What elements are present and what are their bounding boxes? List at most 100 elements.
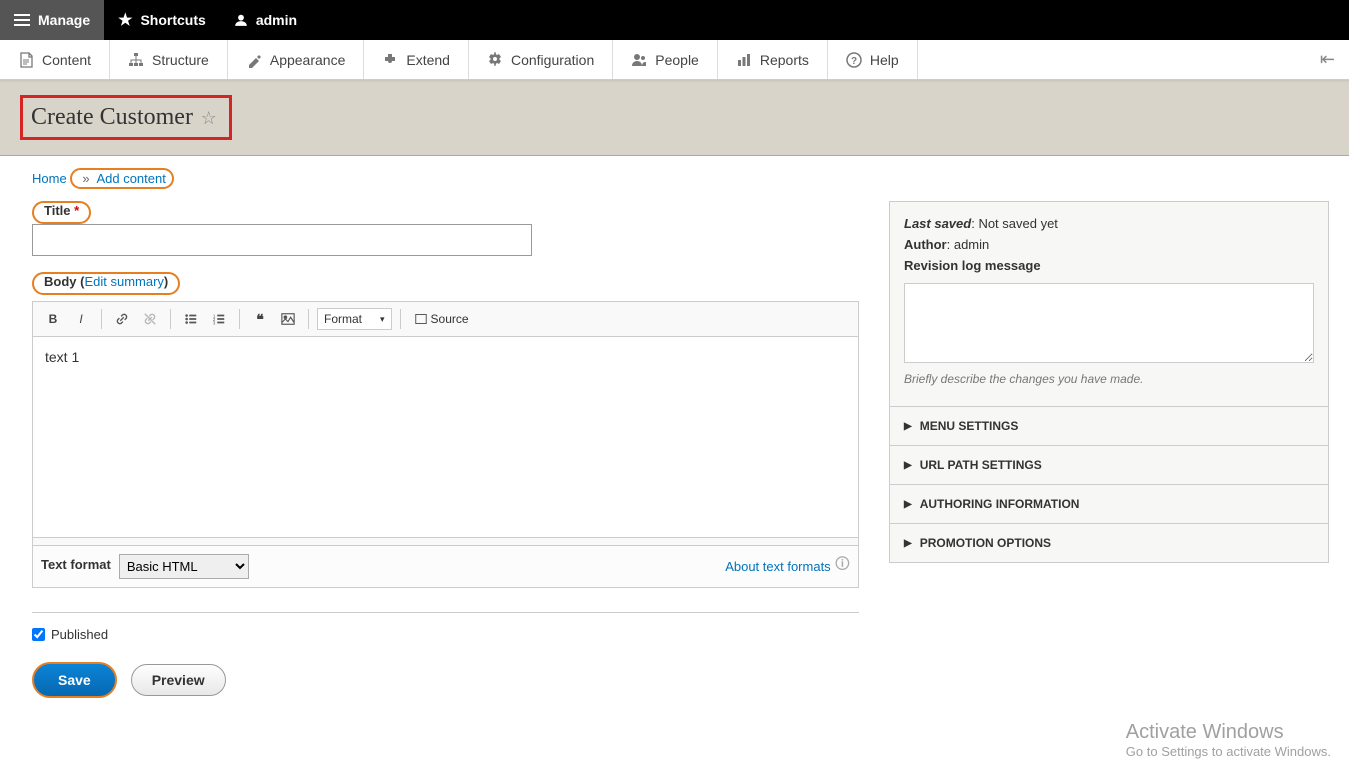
title-input[interactable] xyxy=(32,224,532,256)
breadcrumb-add-content[interactable]: Add content xyxy=(96,171,165,186)
menu-reports[interactable]: Reports xyxy=(718,40,828,79)
body-label: Body (Edit summary) xyxy=(44,274,168,289)
accordion-promotion[interactable]: ▶ PROMOTION OPTIONS xyxy=(890,524,1328,562)
divider xyxy=(32,612,859,613)
required-mark: * xyxy=(74,203,79,218)
preview-button[interactable]: Preview xyxy=(131,664,226,696)
format-dropdown[interactable]: Format ▾ xyxy=(317,308,392,330)
toolbar-separator xyxy=(308,309,309,329)
windows-watermark: Activate Windows Go to Settings to activ… xyxy=(1126,721,1331,759)
published-label: Published xyxy=(51,627,108,642)
accordion-promotion-label: PROMOTION OPTIONS xyxy=(920,536,1051,550)
italic-button[interactable]: I xyxy=(69,307,93,331)
page-header: Create Customer ☆ xyxy=(0,80,1349,156)
watermark-subtitle: Go to Settings to activate Windows. xyxy=(1126,744,1331,759)
menu-structure-label: Structure xyxy=(152,52,209,68)
revision-log-hint: Briefly describe the changes you have ma… xyxy=(904,372,1314,386)
help-icon: 🛈 xyxy=(835,554,850,579)
breadcrumb-add-content-highlight: » Add content xyxy=(70,168,174,189)
content-icon xyxy=(18,52,34,68)
admin-menu: Content Structure Appearance Extend Conf… xyxy=(0,40,1349,80)
toolbar-separator xyxy=(170,309,171,329)
page-title: Create Customer xyxy=(31,104,193,130)
body-field-wrapper: Body (Edit summary) B I 123 ❝ xyxy=(32,272,859,588)
text-format-select[interactable]: Basic HTML xyxy=(119,554,249,579)
save-button[interactable]: Save xyxy=(32,662,117,698)
menu-configuration[interactable]: Configuration xyxy=(469,40,613,79)
body-editor[interactable]: text 1 xyxy=(33,337,858,537)
format-label: Format xyxy=(324,312,362,326)
title-label-text: Title xyxy=(44,203,71,218)
breadcrumb-home[interactable]: Home xyxy=(32,171,67,186)
author-label: Author xyxy=(904,237,947,252)
menu-appearance-label: Appearance xyxy=(270,52,346,68)
accordion-authoring[interactable]: ▶ AUTHORING INFORMATION xyxy=(890,485,1328,524)
source-icon xyxy=(415,313,427,325)
published-checkbox[interactable] xyxy=(32,628,45,641)
body-label-text: Body xyxy=(44,274,77,289)
unlink-button[interactable] xyxy=(138,307,162,331)
ckeditor: B I 123 ❝ Format ▾ Source xyxy=(32,301,859,546)
numbered-list-button[interactable]: 123 xyxy=(207,307,231,331)
accordion-url-label: URL PATH SETTINGS xyxy=(920,458,1042,472)
user-icon xyxy=(234,13,248,27)
toolbar-separator xyxy=(400,309,401,329)
about-text-formats-label: About text formats xyxy=(725,559,831,574)
triangle-right-icon: ▶ xyxy=(904,421,912,432)
title-label: Title * xyxy=(44,203,79,218)
menu-content[interactable]: Content xyxy=(0,40,110,79)
people-icon xyxy=(631,52,647,68)
menu-structure[interactable]: Structure xyxy=(110,40,228,79)
last-saved-value: Not saved yet xyxy=(978,216,1058,231)
watermark-title: Activate Windows xyxy=(1126,721,1331,744)
shortcuts-link[interactable]: ★ Shortcuts xyxy=(104,0,220,40)
menu-people-label: People xyxy=(655,52,699,68)
user-menu[interactable]: admin xyxy=(220,0,311,40)
bold-button[interactable]: B xyxy=(41,307,65,331)
sidebar-column: Last saved: Not saved yet Author: admin … xyxy=(889,201,1329,698)
about-text-formats-link[interactable]: About text formats 🛈 xyxy=(725,554,850,579)
add-shortcut-star-icon[interactable]: ☆ xyxy=(201,108,217,128)
menu-configuration-label: Configuration xyxy=(511,52,594,68)
accordion-menu-settings[interactable]: ▶ MENU SETTINGS xyxy=(890,407,1328,446)
star-icon: ★ xyxy=(118,10,132,30)
body-label-highlight: Body (Edit summary) xyxy=(32,272,180,295)
triangle-right-icon: ▶ xyxy=(904,499,912,510)
text-format-label: Text format xyxy=(41,557,111,572)
manage-label: Manage xyxy=(38,12,90,28)
accordion-url-settings[interactable]: ▶ URL PATH SETTINGS xyxy=(890,446,1328,485)
menu-help-label: Help xyxy=(870,52,899,68)
blockquote-button[interactable]: ❝ xyxy=(248,307,272,331)
ckeditor-resize[interactable] xyxy=(33,537,858,545)
collapse-arrow-icon: ⇤ xyxy=(1320,49,1335,70)
menu-help[interactable]: ? Help xyxy=(828,40,918,79)
menu-appearance[interactable]: Appearance xyxy=(228,40,365,79)
breadcrumb: Home » Add content xyxy=(0,156,1349,197)
menu-people[interactable]: People xyxy=(613,40,718,79)
menu-extend[interactable]: Extend xyxy=(364,40,469,79)
toolbar-separator xyxy=(101,309,102,329)
help-icon: ? xyxy=(846,52,862,68)
chevron-down-icon: ▾ xyxy=(380,314,385,325)
collapse-toolbar[interactable]: ⇤ xyxy=(1306,40,1349,79)
accordion-menu-label: MENU SETTINGS xyxy=(920,419,1019,433)
image-button[interactable] xyxy=(276,307,300,331)
breadcrumb-separator: » xyxy=(82,171,89,186)
title-label-highlight: Title * xyxy=(32,201,91,224)
edit-summary-link[interactable]: Edit summary xyxy=(84,274,163,289)
bullet-list-button[interactable] xyxy=(179,307,203,331)
manage-toggle[interactable]: Manage xyxy=(0,0,104,40)
link-button[interactable] xyxy=(110,307,134,331)
reports-icon xyxy=(736,52,752,68)
triangle-right-icon: ▶ xyxy=(904,538,912,549)
body-label-row: Body (Edit summary) xyxy=(32,272,859,295)
revision-log-textarea[interactable] xyxy=(904,283,1314,363)
hamburger-icon xyxy=(14,11,30,29)
author-value: admin xyxy=(954,237,989,252)
structure-icon xyxy=(128,52,144,68)
ckeditor-toolbar: B I 123 ❝ Format ▾ Source xyxy=(33,302,858,337)
user-label: admin xyxy=(256,12,297,28)
menu-extend-label: Extend xyxy=(406,52,450,68)
author: Author: admin xyxy=(904,237,1314,252)
source-button[interactable]: Source xyxy=(409,309,475,329)
